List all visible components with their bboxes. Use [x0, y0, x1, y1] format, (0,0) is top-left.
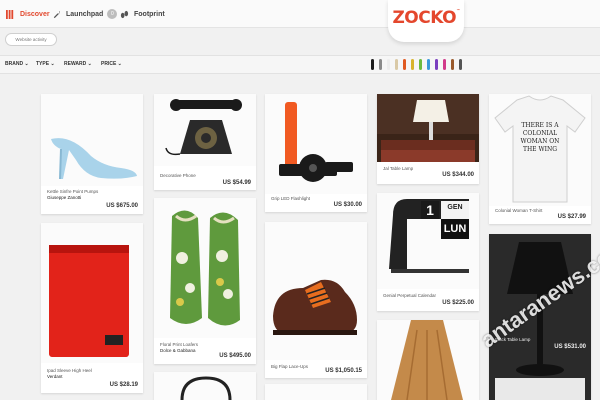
product-card[interactable] — [154, 372, 256, 400]
color-swatch[interactable] — [387, 59, 390, 70]
product-card[interactable]: Big Flap Lace-Ups US $1,050.15 — [265, 222, 367, 378]
logo-text: ZOCKO — [392, 8, 457, 28]
product-price: US $28.19 — [109, 382, 138, 388]
product-card[interactable]: Jal Table Lamp US $344.00 — [377, 94, 479, 184]
chevron-down-icon: ⌄ — [87, 61, 92, 67]
product-card[interactable]: Floral Print Loafers Dolce & Gabbana US … — [154, 198, 256, 364]
filter-type[interactable]: TYPE ⌄ — [36, 61, 55, 67]
table-lamp-image — [377, 94, 479, 162]
product-price: US $30.00 — [333, 202, 362, 208]
skirt-image — [377, 320, 479, 400]
top-navigation: Discover Launchpad 0 Footprint — [0, 0, 600, 28]
product-price: US $54.99 — [222, 180, 251, 186]
phone-image — [154, 94, 256, 166]
product-card[interactable]: Grip LED Flashlight US $30.00 — [265, 94, 367, 212]
product-card[interactable] — [265, 384, 367, 400]
discover-icon — [6, 9, 14, 19]
product-name: Grip LED Flashlight — [271, 196, 311, 201]
product-name: Colonial Woman T-Shirt — [495, 208, 543, 213]
product-card[interactable]: Ipad Sleeve High Heel Verdant US $28.19 — [41, 223, 143, 393]
product-price: US $344.00 — [442, 172, 474, 178]
footprint-icon — [120, 10, 129, 18]
loafers-image — [154, 198, 256, 338]
lace-up-shoe-image — [265, 222, 367, 360]
color-swatch[interactable] — [403, 59, 406, 70]
zocko-logo: ZOCKO™ — [388, 8, 464, 28]
product-price: US $225.00 — [442, 300, 474, 306]
product-price: US $27.99 — [557, 214, 586, 220]
color-swatch[interactable] — [451, 59, 454, 70]
color-swatch[interactable] — [411, 59, 414, 70]
tshirt-print: THERE IS A COLONIAL WOMAN ON THE WING — [520, 122, 560, 153]
nav-launchpad[interactable]: Launchpad 0 — [52, 7, 118, 21]
launchpad-count-badge: 0 — [107, 9, 118, 19]
color-swatch[interactable] — [395, 59, 398, 70]
color-swatch[interactable] — [379, 59, 382, 70]
filter-type-label: TYPE — [36, 61, 50, 67]
filter-price-label: PRICE — [101, 61, 117, 67]
product-card[interactable]: 1 GEN LUN Genial Perpetual Calendar US $… — [377, 193, 479, 311]
product-card[interactable]: Decorative Phone US $54.99 — [154, 94, 256, 190]
product-card[interactable]: Black Table Lamp US $531.00 — [489, 234, 591, 400]
product-brand: Giuseppe Zanotti — [47, 195, 82, 200]
product-name: Jal Table Lamp — [383, 166, 414, 171]
logo-trademark: ™ — [456, 8, 460, 13]
product-image — [265, 384, 367, 400]
chevron-down-icon: ⌄ — [50, 61, 55, 67]
filter-price[interactable]: PRICE ⌄ — [101, 61, 122, 67]
bag-image — [154, 372, 256, 400]
rocket-icon — [53, 10, 61, 18]
product-price: US $495.00 — [219, 353, 251, 359]
nav-footprint-label: Footprint — [134, 10, 165, 18]
product-name: Black Table Lamp — [495, 337, 531, 342]
color-swatches — [371, 59, 467, 70]
color-swatch[interactable] — [459, 59, 462, 70]
product-brand: Dolce & Gabbana — [160, 348, 196, 353]
heels-image — [41, 94, 143, 186]
color-swatch[interactable] — [427, 59, 430, 70]
product-price: US $1,050.15 — [325, 368, 362, 374]
filter-reward-label: REWARD — [64, 61, 87, 67]
product-brand: Verdant — [47, 374, 63, 379]
product-name: Genial Perpetual Calendar — [383, 293, 437, 298]
product-card[interactable] — [377, 320, 479, 400]
black-lamp-image — [489, 234, 591, 400]
nav-launchpad-label: Launchpad — [66, 10, 104, 18]
website-activity-button[interactable]: Website activity — [5, 33, 57, 46]
product-price: US $675.00 — [106, 203, 138, 209]
filter-brand-label: BRAND — [5, 61, 24, 67]
color-swatch[interactable] — [371, 59, 374, 70]
chevron-down-icon: ⌄ — [24, 61, 29, 67]
chevron-down-icon: ⌄ — [117, 61, 122, 67]
logo-tab[interactable]: ZOCKO™ — [388, 0, 464, 42]
filter-bar: BRAND ⌄ TYPE ⌄ REWARD ⌄ PRICE ⌄ — [0, 55, 600, 74]
color-swatch[interactable] — [419, 59, 422, 70]
product-price: US $531.00 — [554, 344, 586, 350]
color-swatch[interactable] — [443, 59, 446, 70]
filter-reward[interactable]: REWARD ⌄ — [64, 61, 92, 67]
product-card[interactable]: THERE IS A COLONIAL WOMAN ON THE WING Co… — [489, 94, 591, 224]
calendar-month: LUN — [443, 223, 467, 235]
ipad-sleeve-image — [41, 223, 143, 363]
product-name: Decorative Phone — [160, 173, 196, 178]
color-swatch[interactable] — [435, 59, 438, 70]
nav-discover[interactable]: Discover — [6, 7, 50, 21]
flashlight-image — [265, 94, 367, 194]
nav-footprint[interactable]: Footprint — [120, 7, 165, 21]
filter-brand[interactable]: BRAND ⌄ — [5, 61, 29, 67]
calendar-day: 1 — [426, 202, 434, 218]
calendar-month-short: GEN — [447, 204, 463, 211]
nav-discover-label: Discover — [20, 10, 50, 18]
product-card[interactable]: Kettle Sinfre Point Pumps Giuseppe Zanot… — [41, 94, 143, 214]
product-name: Big Flap Lace-Ups — [271, 364, 309, 369]
